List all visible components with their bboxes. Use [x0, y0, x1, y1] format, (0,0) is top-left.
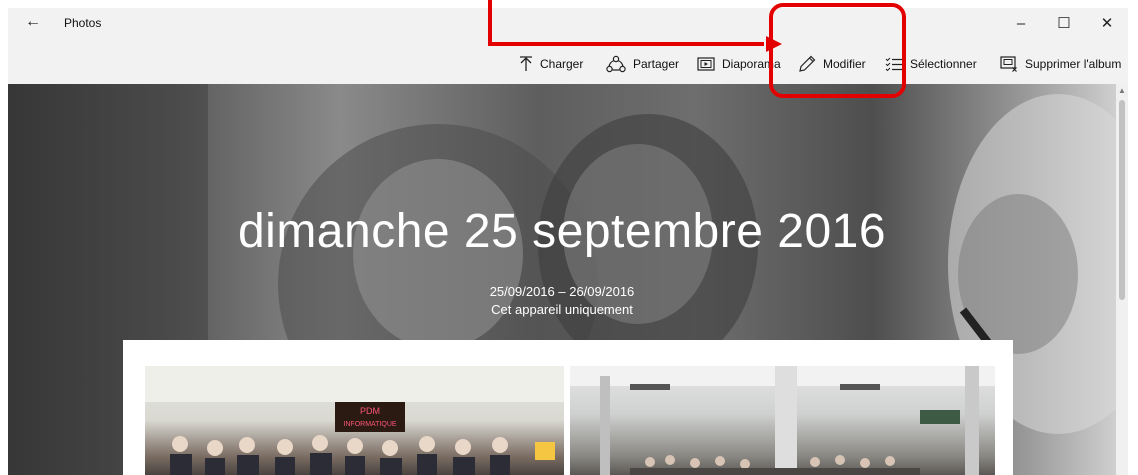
title-bar: ← Photos – ☐ ✕ — [8, 8, 1128, 44]
command-bar: Charger Partager Diaporama Modifier Séle… — [8, 44, 1128, 84]
album-date-range: 25/09/2016 – 26/09/2016 — [489, 284, 635, 299]
back-arrow-icon[interactable]: ← — [25, 13, 41, 31]
delete-album-icon — [1000, 56, 1017, 72]
photos-window: ← Photos – ☐ ✕ Charger Partager Diaporam… — [8, 8, 1128, 475]
album-title: dimanche 25 septembre 2016 — [237, 205, 887, 258]
group-photo-icon: PDM INFORMATIQUE — [145, 366, 564, 475]
slideshow-icon — [697, 57, 715, 71]
share-button[interactable]: Partager — [606, 44, 679, 84]
close-icon[interactable]: ✕ — [1084, 12, 1128, 36]
scrollbar-thumb[interactable] — [1119, 100, 1125, 300]
sign-line2: INFORMATIQUE — [343, 421, 396, 428]
delete-album-label: Supprimer l'album — [1025, 57, 1122, 71]
scroll-up-icon[interactable]: ▲ — [1116, 84, 1128, 98]
annotation-highlight-box — [769, 3, 906, 98]
upload-button[interactable]: Charger — [519, 44, 583, 84]
vertical-scrollbar[interactable]: ▲ — [1116, 84, 1128, 475]
share-label: Partager — [633, 57, 680, 71]
app-title: Photos — [64, 16, 102, 30]
upload-label: Charger — [540, 57, 584, 71]
audience-photo-icon — [570, 366, 995, 475]
delete-album-button[interactable]: Supprimer l'album — [1000, 44, 1121, 84]
sign-line1: PDM — [360, 406, 380, 416]
select-label: Sélectionner — [910, 57, 977, 71]
album-source: Cet appareil uniquement — [491, 302, 633, 317]
share-icon — [606, 55, 626, 73]
maximize-icon[interactable]: ☐ — [1041, 12, 1087, 36]
photo-thumbnail[interactable] — [570, 366, 995, 475]
upload-icon — [520, 56, 532, 71]
minimize-icon[interactable]: – — [998, 12, 1044, 36]
album-hero-image: dimanche 25 septembre 2016 25/09/2016 – … — [8, 84, 1116, 475]
album-photos-panel: PDM INFORMATIQUE — [123, 340, 1013, 475]
photo-thumbnail[interactable]: PDM INFORMATIQUE — [145, 366, 564, 475]
